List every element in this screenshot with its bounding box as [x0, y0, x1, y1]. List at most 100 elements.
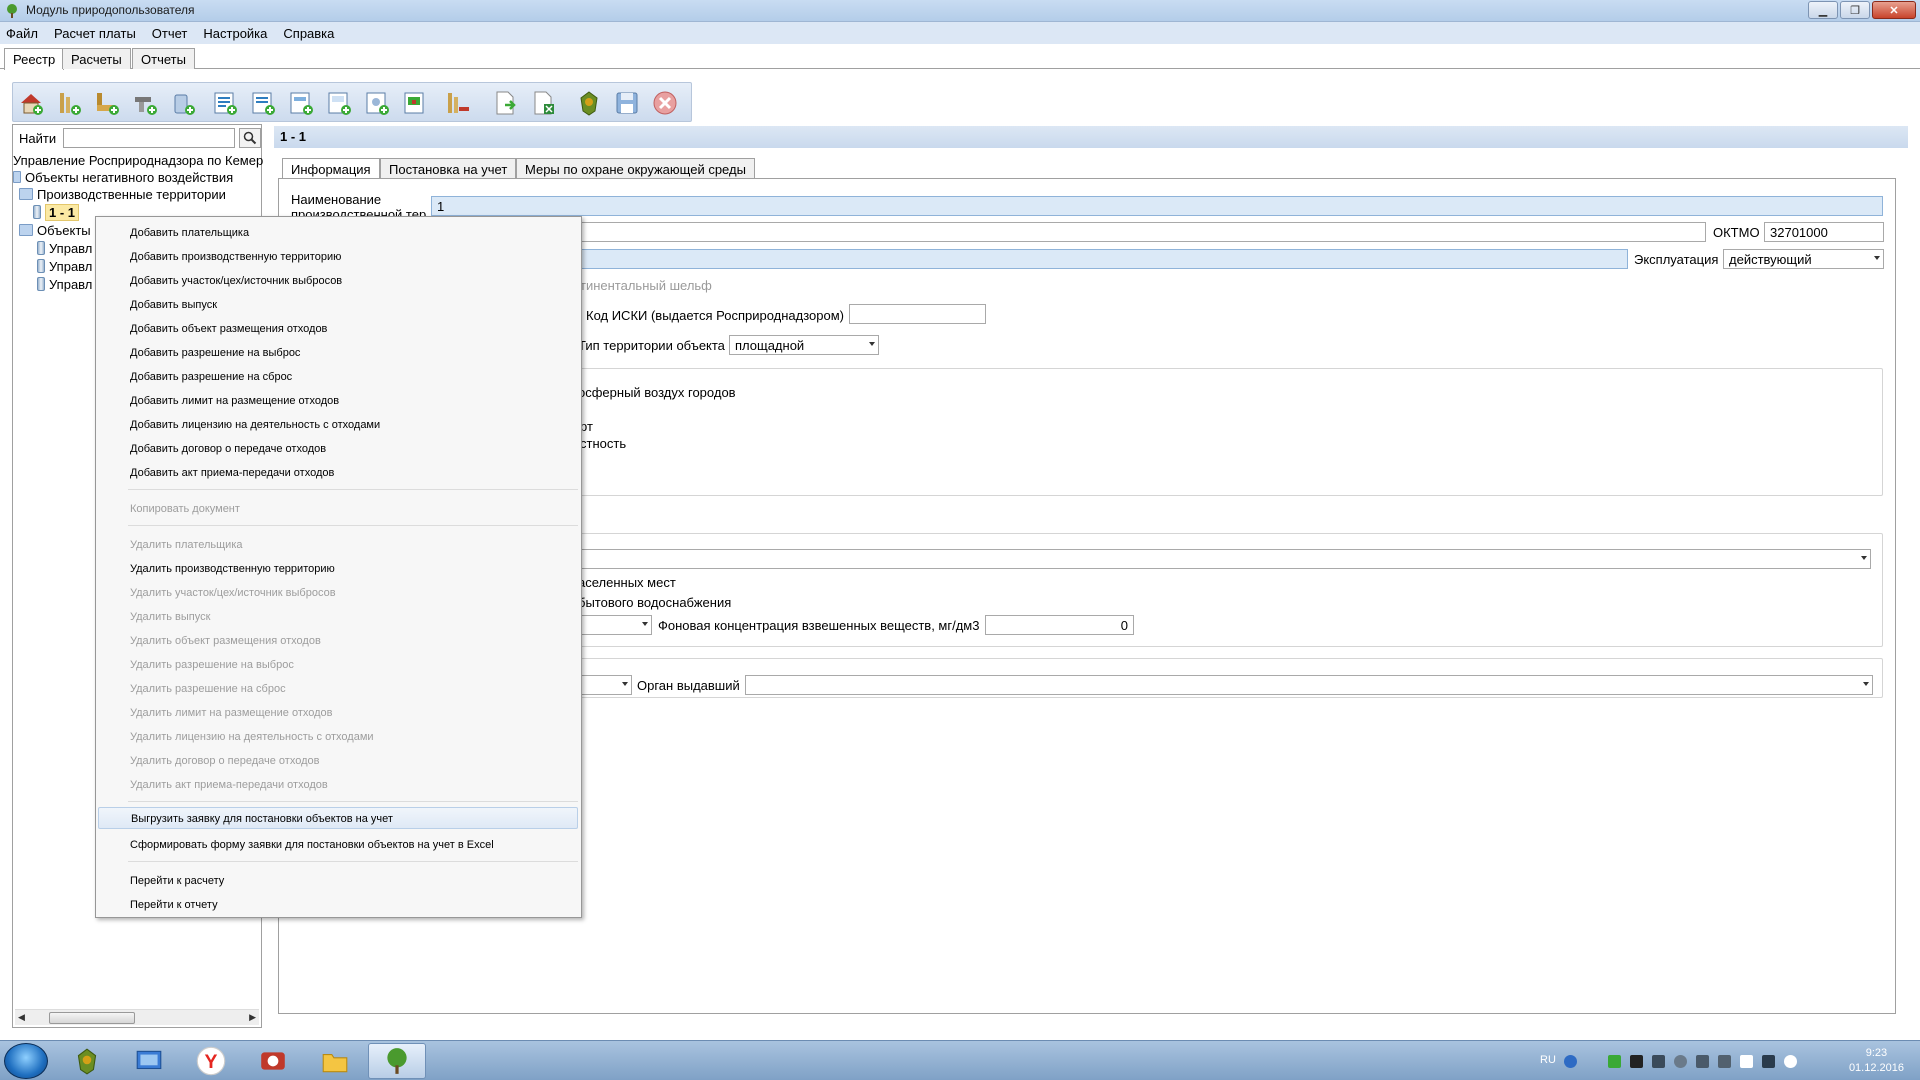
horizontal-scrollbar[interactable]: ◀ ▶ — [15, 1009, 259, 1025]
menu-add-waste-limit[interactable]: Добавить лимит на размещение отходов — [98, 390, 578, 412]
menu-excel-request[interactable]: Сформировать форму заявки для постановки… — [98, 834, 578, 856]
add-contract-icon[interactable] — [361, 88, 393, 118]
flag-icon[interactable] — [1740, 1055, 1753, 1068]
water-category-select[interactable] — [580, 615, 652, 635]
menu-help[interactable]: Справка — [283, 26, 334, 41]
tab-calculations[interactable]: Расчеты — [62, 48, 131, 69]
export-document-icon[interactable] — [489, 88, 521, 118]
tree-node-territories[interactable]: Производственные территории — [19, 185, 226, 203]
emblem-app-icon[interactable] — [58, 1043, 116, 1079]
recorder-app-icon[interactable] — [244, 1043, 302, 1079]
tree-node-child-1[interactable]: Управл — [37, 239, 92, 257]
iski-field[interactable] — [849, 304, 986, 324]
tree-node-child-2[interactable]: Управл — [37, 257, 92, 275]
tree-node-selected[interactable]: 1 - 1 — [33, 203, 80, 221]
scroll-left-icon[interactable]: ◀ — [18, 1012, 25, 1023]
yandex-browser-icon[interactable]: Y — [182, 1043, 240, 1079]
menu-goto-report[interactable]: Перейти к отчету — [98, 894, 578, 916]
clock[interactable]: 9:23 01.12.2016 — [1849, 1046, 1904, 1076]
search-button[interactable] — [239, 128, 261, 148]
add-payer-house-icon[interactable] — [15, 88, 47, 118]
tab-reports[interactable]: Отчеты — [132, 48, 195, 69]
tab-registry[interactable]: Реестр — [4, 48, 65, 70]
menu-goto-calc[interactable]: Перейти к расчету — [98, 870, 578, 892]
tree-node-objects[interactable]: Объекты негативного воздействия — [13, 168, 233, 186]
menu-add-license[interactable]: Добавить лицензию на деятельность с отхо… — [98, 414, 578, 436]
export-excel-icon[interactable] — [527, 88, 559, 118]
menu-delete-waste-object[interactable]: Удалить объект размещения отходов — [98, 630, 578, 652]
desktop-app-icon[interactable] — [120, 1043, 178, 1079]
settings-icon[interactable] — [1718, 1055, 1731, 1068]
search-input[interactable] — [63, 128, 235, 148]
type-field[interactable] — [580, 249, 1628, 269]
tree-node-child-3[interactable]: Управл — [37, 275, 92, 293]
add-outlet-icon[interactable] — [129, 88, 161, 118]
menu-delete-territory[interactable]: Удалить производственную территорию — [98, 558, 578, 580]
menu-delete-act[interactable]: Удалить акт приема-передачи отходов — [98, 774, 578, 796]
document-select[interactable] — [580, 675, 632, 695]
menu-add-workshop[interactable]: Добавить участок/цех/источник выбросов — [98, 270, 578, 292]
water-select[interactable] — [580, 549, 1871, 569]
file-explorer-icon[interactable] — [306, 1043, 364, 1079]
menu-delete-emission-permit[interactable]: Удалить разрешение на выброс — [98, 654, 578, 676]
menu-file[interactable]: Файл — [6, 26, 38, 41]
scroll-thumb[interactable] — [49, 1012, 135, 1024]
add-workshop-icon[interactable] — [91, 88, 123, 118]
close-button[interactable]: ✕ — [1872, 1, 1916, 19]
menu-delete-discharge-permit[interactable]: Удалить разрешение на сброс — [98, 678, 578, 700]
network-icon[interactable] — [1608, 1055, 1621, 1068]
add-permit-emission-icon[interactable] — [209, 88, 241, 118]
tree-node-objects-2[interactable]: Объекты — [19, 221, 91, 239]
menu-add-discharge-permit[interactable]: Добавить разрешение на сброс — [98, 366, 578, 388]
gauge-icon[interactable] — [1674, 1055, 1687, 1068]
add-waste-object-icon[interactable] — [167, 88, 199, 118]
tab-information[interactable]: Информация — [282, 158, 380, 180]
help-icon[interactable] — [1564, 1055, 1577, 1068]
cancel-icon[interactable] — [649, 88, 681, 118]
menu-payment-calc[interactable]: Расчет платы — [54, 26, 136, 41]
menu-delete-outlet[interactable]: Удалить выпуск — [98, 606, 578, 628]
menu-add-outlet[interactable]: Добавить выпуск — [98, 294, 578, 316]
menu-add-emission-permit[interactable]: Добавить разрешение на выброс — [98, 342, 578, 364]
bg-conc-field[interactable]: 0 — [985, 615, 1134, 635]
delete-territory-icon[interactable] — [441, 88, 473, 118]
language-indicator[interactable]: RU — [1540, 1054, 1556, 1066]
menu-delete-payer[interactable]: Удалить плательщика — [98, 534, 578, 556]
menu-delete-waste-limit[interactable]: Удалить лимит на размещение отходов — [98, 702, 578, 724]
menu-delete-workshop[interactable]: Удалить участок/цех/источник выбросов — [98, 582, 578, 604]
minimize-button[interactable]: ▁ — [1808, 1, 1838, 19]
volume-icon[interactable] — [1784, 1055, 1797, 1068]
start-button[interactable] — [4, 1043, 48, 1079]
restore-button[interactable]: ❐ — [1840, 1, 1870, 19]
display-icon[interactable] — [1762, 1055, 1775, 1068]
address-field[interactable] — [580, 222, 1706, 242]
menu-add-act[interactable]: Добавить акт приема-передачи отходов — [98, 462, 578, 484]
menu-delete-contract[interactable]: Удалить договор о передаче отходов — [98, 750, 578, 772]
menu-report[interactable]: Отчет — [152, 26, 188, 41]
menu-add-waste-object[interactable]: Добавить объект размещения отходов — [98, 318, 578, 340]
tree-root[interactable]: Управление Росприроднадзора по Кемер — [13, 151, 263, 169]
save-icon[interactable] — [611, 88, 643, 118]
nature-module-app-icon[interactable] — [368, 1043, 426, 1079]
scroll-right-icon[interactable]: ▶ — [249, 1012, 256, 1023]
add-permit-discharge-icon[interactable] — [247, 88, 279, 118]
add-license-icon[interactable] — [323, 88, 355, 118]
oktmo-field[interactable]: 32701000 — [1764, 222, 1884, 242]
keyboard-icon[interactable] — [1696, 1055, 1709, 1068]
bird-icon[interactable] — [1630, 1055, 1643, 1068]
tab-registration[interactable]: Постановка на учет — [380, 158, 517, 179]
menu-delete-license[interactable]: Удалить лицензию на деятельность с отход… — [98, 726, 578, 748]
name-field[interactable]: 1 — [431, 196, 1883, 216]
menu-add-territory[interactable]: Добавить производственную территорию — [98, 246, 578, 268]
menu-add-contract[interactable]: Добавить договор о передаче отходов — [98, 438, 578, 460]
add-limit-icon[interactable] — [285, 88, 317, 118]
add-territory-icon[interactable] — [53, 88, 85, 118]
exploitation-select[interactable]: действующий — [1723, 249, 1884, 269]
menu-copy-document[interactable]: Копировать документ — [98, 498, 578, 520]
menu-export-request[interactable]: Выгрузить заявку для постановки объектов… — [98, 807, 578, 829]
add-act-icon[interactable] — [399, 88, 431, 118]
tab-env-measures[interactable]: Меры по охране окружающей среды — [516, 158, 755, 179]
menu-settings[interactable]: Настройка — [203, 26, 267, 41]
emblem-icon[interactable] — [573, 88, 605, 118]
issuer-select[interactable] — [745, 675, 1873, 695]
